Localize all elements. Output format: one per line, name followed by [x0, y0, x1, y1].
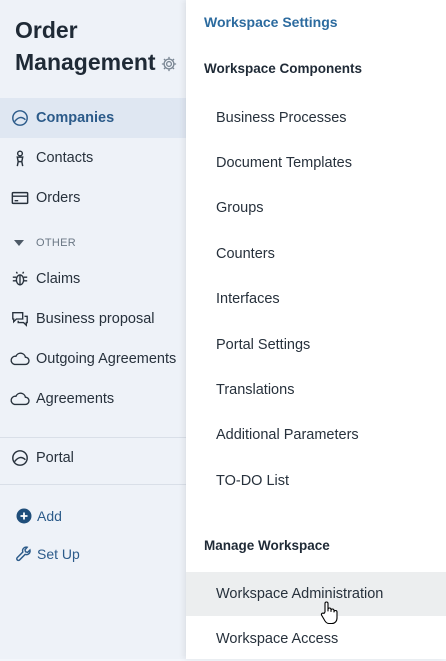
- menu-item-counters[interactable]: Counters: [186, 232, 446, 276]
- workspace-menu: Workspace Settings Workspace Components …: [186, 0, 446, 659]
- sidebar-item-claims[interactable]: Claims: [0, 259, 186, 299]
- plus-circle-icon: [15, 507, 33, 525]
- sidebar-item-contacts[interactable]: Contacts: [0, 138, 186, 178]
- menu-item-workspace-access[interactable]: Workspace Access: [186, 617, 446, 661]
- components-header: Workspace Components: [204, 61, 363, 76]
- cloud-icon: [10, 349, 30, 369]
- add-button[interactable]: Add: [15, 504, 62, 528]
- section-label: OTHER: [36, 237, 76, 249]
- add-label: Add: [37, 508, 62, 524]
- sidebar-item-label: Claims: [36, 271, 81, 287]
- sidebar-item-label: Outgoing Agreements: [36, 351, 177, 367]
- portal-icon: [10, 448, 30, 468]
- sidebar: Order Management Companies Contacts Orde…: [0, 0, 187, 659]
- sidebar-item-business-proposal[interactable]: Business proposal: [0, 299, 186, 339]
- gear-icon[interactable]: [160, 49, 178, 81]
- sidebar-item-outgoing-agreements[interactable]: Outgoing Agreements: [0, 339, 186, 379]
- sidebar-item-label: Contacts: [36, 150, 94, 166]
- cloud-icon: [10, 389, 30, 409]
- section-other[interactable]: OTHER: [10, 233, 76, 253]
- menu-item-portal-settings[interactable]: Portal Settings: [186, 323, 446, 367]
- chat-icon: [10, 309, 30, 329]
- sidebar-item-agreements[interactable]: Agreements: [0, 379, 186, 419]
- sidebar-item-companies[interactable]: Companies: [0, 98, 186, 138]
- sidebar-item-portal[interactable]: Portal: [0, 438, 186, 478]
- contacts-icon: [10, 148, 30, 168]
- divider: [0, 484, 186, 485]
- sidebar-item-label: Business proposal: [36, 311, 155, 327]
- hand-cursor-icon: [320, 601, 338, 630]
- menu-item-additional-parameters[interactable]: Additional Parameters: [186, 413, 446, 457]
- sidebar-item-label: Orders: [36, 190, 81, 206]
- setup-button[interactable]: Set Up: [15, 542, 80, 566]
- menu-item-translations[interactable]: Translations: [186, 368, 446, 412]
- sidebar-item-label: Agreements: [36, 391, 115, 407]
- menu-item-workspace-administration[interactable]: Workspace Administration: [186, 572, 446, 616]
- manage-header: Manage Workspace: [204, 538, 330, 553]
- sidebar-item-orders[interactable]: Orders: [0, 178, 186, 218]
- workspace-settings-link[interactable]: Workspace Settings: [204, 14, 338, 30]
- companies-icon: [10, 108, 30, 128]
- menu-item-document-templates[interactable]: Document Templates: [186, 141, 446, 185]
- menu-item-interfaces[interactable]: Interfaces: [186, 277, 446, 321]
- menu-item-todo-list[interactable]: TO-DO List: [186, 459, 446, 503]
- wrench-icon: [15, 545, 33, 563]
- claims-icon: [10, 269, 30, 289]
- app-title: Order Management: [15, 17, 156, 75]
- collapse-triangle-icon: [14, 240, 24, 246]
- menu-item-groups[interactable]: Groups: [186, 186, 446, 230]
- menu-item-business-processes[interactable]: Business Processes: [186, 96, 446, 140]
- orders-icon: [10, 188, 30, 208]
- sidebar-item-label: Portal: [36, 450, 74, 466]
- sidebar-item-label: Companies: [36, 110, 115, 126]
- app-title-block: Order Management: [15, 14, 185, 81]
- setup-label: Set Up: [37, 546, 80, 562]
